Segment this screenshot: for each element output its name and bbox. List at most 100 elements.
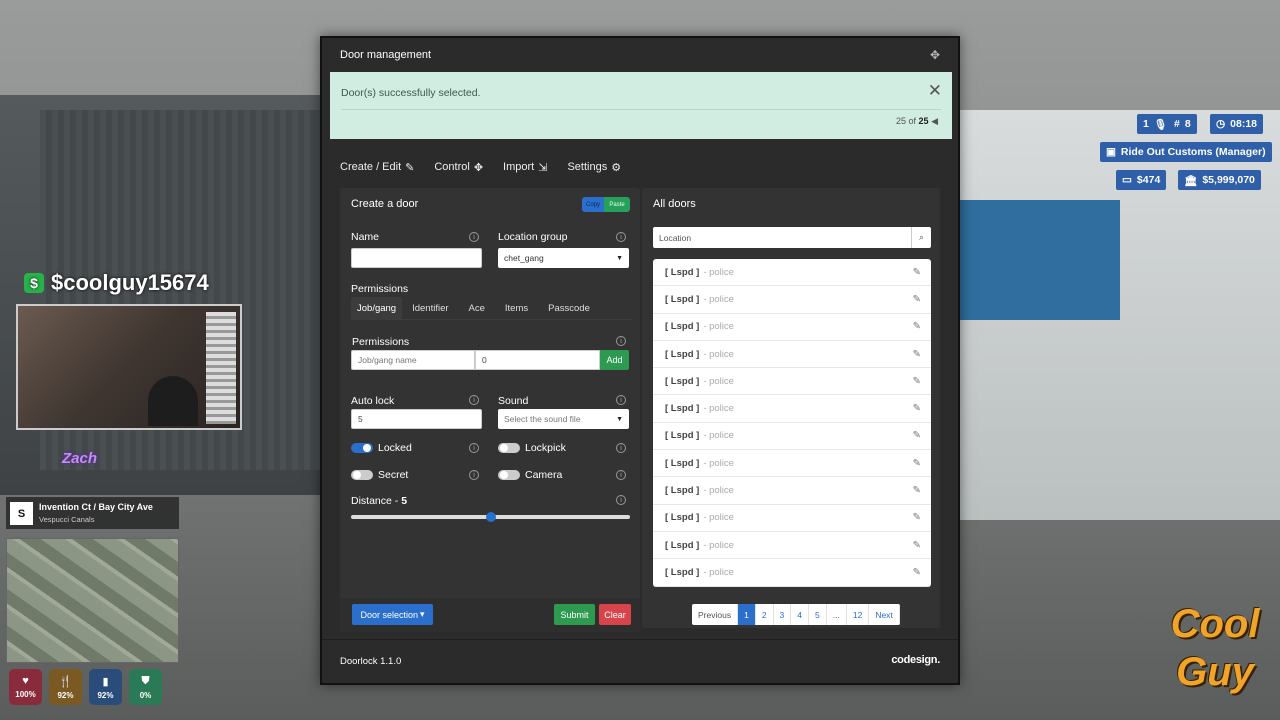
door-group: - police [703, 348, 734, 360]
perm-tab-ace[interactable]: Ace [465, 297, 495, 319]
distance-slider[interactable] [351, 512, 630, 522]
info-icon[interactable]: i [469, 470, 479, 480]
edit-icon[interactable]: ✎ [913, 403, 921, 414]
edit-icon[interactable]: ✎ [913, 376, 921, 387]
door-row[interactable]: [ Lspd ] - police ✎ [653, 314, 931, 341]
clock-badge: ◷ 08:18 [1210, 114, 1264, 134]
edit-icon: ✎ [405, 161, 415, 174]
sound-label: Sound [498, 395, 529, 407]
info-icon[interactable]: i [469, 232, 479, 242]
panel-tabs: Create / Edit ✎ Control ✥ Import ⇲ Settings… [340, 156, 641, 178]
job-gang-grade-input[interactable]: 0 [475, 350, 600, 370]
secret-toggle[interactable] [351, 470, 373, 480]
door-row[interactable]: [ Lspd ] - police ✎ [653, 341, 931, 369]
edit-icon[interactable]: ✎ [913, 567, 921, 578]
page-link[interactable]: Previous [692, 604, 739, 625]
location-display: S Invention Ct / Bay City Ave Vespucci C… [6, 497, 179, 529]
tab-create-edit[interactable]: Create / Edit ✎ [340, 156, 414, 178]
info-icon[interactable]: i [616, 232, 626, 242]
version-label: Doorlock 1.1.0 [340, 656, 402, 667]
edit-icon[interactable]: ✎ [913, 321, 921, 332]
page-link[interactable]: 3 [774, 604, 792, 625]
submit-button[interactable]: Submit [554, 604, 595, 625]
lockpick-label: Lockpick [525, 442, 566, 454]
page-link[interactable]: 5 [809, 604, 827, 625]
close-icon[interactable]: ✕ [928, 82, 942, 99]
search-icon[interactable]: ⌕ [911, 227, 931, 248]
door-group: - police [703, 566, 734, 578]
fork-icon: 🍴 [58, 675, 73, 688]
area-name: Vespucci Canals [39, 515, 95, 524]
door-tag: [ Lspd ] [665, 348, 700, 360]
page-link[interactable]: 4 [791, 604, 810, 625]
locked-toggle[interactable] [351, 443, 373, 453]
perm-tab-job-gang[interactable]: Job/gang [351, 297, 403, 319]
door-row[interactable]: [ Lspd ] - police ✎ [653, 423, 931, 451]
location-group-select[interactable]: chet_gang ▼ [498, 248, 629, 268]
locked-label: Locked [378, 442, 412, 454]
info-icon[interactable]: i [469, 395, 479, 405]
perm-tab-identifier[interactable]: Identifier [408, 297, 458, 319]
info-icon[interactable]: i [616, 443, 626, 453]
door-row[interactable]: [ Lspd ] - police ✎ [653, 477, 931, 505]
info-icon[interactable]: i [616, 336, 626, 346]
tab-import[interactable]: Import ⇲ [503, 156, 547, 178]
page-link[interactable]: Next [869, 604, 900, 625]
auto-lock-input[interactable]: 5 [351, 409, 482, 429]
door-group: - police [703, 430, 734, 442]
edit-icon[interactable]: ✎ [913, 485, 921, 496]
bottle-icon: ▮ [102, 675, 109, 688]
door-row[interactable]: [ Lspd ] - police ✎ [653, 259, 931, 287]
door-row[interactable]: [ Lspd ] - police ✎ [653, 368, 931, 396]
door-row[interactable]: [ Lspd ] - police ✎ [653, 395, 931, 423]
name-label: Name [351, 231, 380, 243]
edit-icon[interactable]: ✎ [913, 458, 921, 469]
sound-select[interactable]: Select the sound file ▼ [498, 409, 629, 429]
info-icon[interactable]: i [469, 443, 479, 453]
caret-left-icon[interactable]: ◀ [931, 116, 938, 126]
job-gang-name-input[interactable]: Job/gang name [351, 350, 475, 370]
panel-header[interactable]: Door management ✥ [322, 38, 958, 72]
webcam-person [148, 376, 198, 426]
copy-paste-toggle: Copy Paste [582, 197, 630, 212]
paste-button[interactable]: Paste [604, 197, 630, 212]
edit-icon[interactable]: ✎ [913, 430, 921, 441]
door-row[interactable]: [ Lspd ] - police ✎ [653, 505, 931, 532]
clear-button[interactable]: Clear [599, 604, 631, 625]
tab-settings[interactable]: Settings ⚙ [567, 156, 621, 178]
page-link[interactable]: 2 [756, 604, 774, 625]
tab-control[interactable]: Control ✥ [434, 156, 483, 178]
edit-icon[interactable]: ✎ [913, 540, 921, 551]
shield-icon: ⛊ [141, 674, 150, 687]
drag-move-icon[interactable]: ✥ [930, 48, 940, 62]
door-row[interactable]: [ Lspd ] - police ✎ [653, 532, 931, 560]
distance-slider-thumb[interactable] [485, 512, 496, 522]
edit-icon[interactable]: ✎ [913, 349, 921, 360]
page-link[interactable]: ... [827, 604, 847, 625]
search-input[interactable]: Location [659, 233, 691, 243]
info-icon[interactable]: i [616, 495, 626, 505]
create-door-card: Create a door Copy Paste Name i Location… [340, 188, 640, 628]
page-link[interactable]: 1 [738, 604, 756, 625]
door-row[interactable]: [ Lspd ] - police ✎ [653, 559, 931, 587]
door-row[interactable]: [ Lspd ] - police ✎ [653, 450, 931, 478]
name-input[interactable] [351, 248, 482, 268]
door-row[interactable]: [ Lspd ] - police ✎ [653, 286, 931, 314]
alert-count: 25 of 25 ◀ [896, 116, 938, 126]
secret-label: Secret [378, 469, 409, 481]
lockpick-toggle[interactable] [498, 443, 520, 453]
perm-tab-items[interactable]: Items [501, 297, 538, 319]
edit-icon[interactable]: ✎ [913, 294, 921, 305]
door-selection-button[interactable]: Door selection ▾ [352, 604, 433, 625]
door-tag: [ Lspd ] [665, 403, 700, 415]
edit-icon[interactable]: ✎ [913, 512, 921, 523]
copy-button[interactable]: Copy [582, 197, 604, 212]
cashapp-icon: $ [24, 273, 44, 293]
info-icon[interactable]: i [616, 470, 626, 480]
page-link[interactable]: 12 [847, 604, 870, 625]
info-icon[interactable]: i [616, 395, 626, 405]
add-permission-button[interactable]: Add [600, 350, 629, 370]
edit-icon[interactable]: ✎ [913, 267, 921, 278]
camera-toggle[interactable] [498, 470, 520, 480]
perm-tab-passcode[interactable]: Passcode [544, 297, 600, 319]
